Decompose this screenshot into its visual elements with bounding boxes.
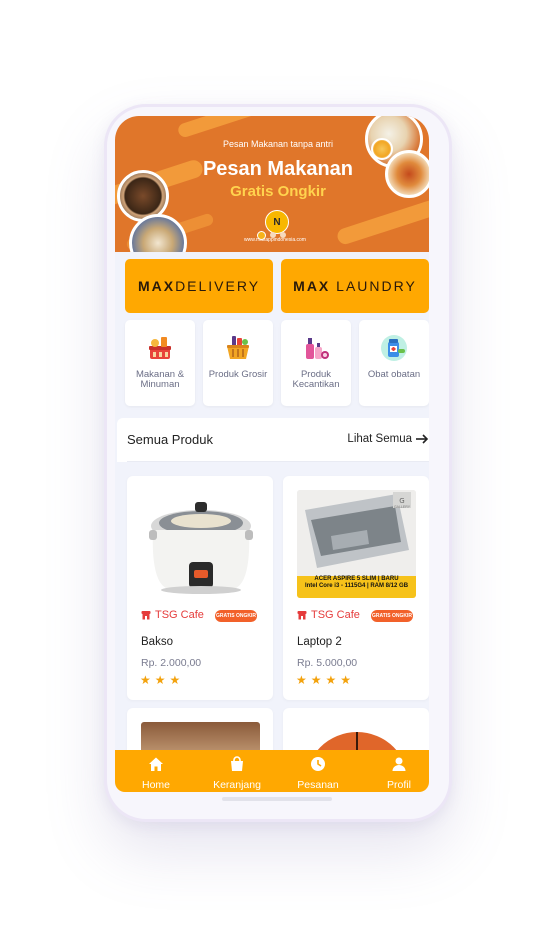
product-name: Laptop 2 [297,636,342,648]
all-products-header: Semua Produk Lihat Semua [117,418,429,462]
product-card[interactable]: G ACER ASPIRE 5 SLIM | BARU Intel Core i… [283,476,429,700]
shop-label: TSG Cafe [311,609,360,621]
free-shipping-badge: GRATIS ONGKIR [215,610,257,622]
product-image: G ACER ASPIRE 5 SLIM | BARU Intel Core i… [297,490,416,598]
free-shipping-badge: GRATIS ONGKIR [371,610,413,622]
rating-stars: ★★★★ [296,673,356,687]
see-all-link[interactable]: Lihat Semua [347,433,429,445]
product-card[interactable]: TSG Cafe GRATIS ONGKIR Bakso Rp. 2.000,0… [127,476,273,700]
category-label: Makanan & Minuman [135,369,185,390]
category-medicine[interactable]: Obat obatan [359,320,429,406]
carousel-dots[interactable] [257,230,286,240]
medicine-icon [381,335,407,361]
product-image [141,490,260,598]
store-icon [297,611,307,620]
max-delivery-button[interactable]: MAX DELIVERY [125,259,273,313]
laptop-caption: ACER ASPIRE 5 SLIM | BARU Intel Core i3 … [297,576,416,590]
service-brand: MAX [137,278,176,294]
service-brand: MAX [293,278,331,294]
product-price: Rp. 5.000,00 [297,657,358,669]
see-all-label: Lihat Semua [347,433,412,445]
home-icon [149,757,163,771]
divider [127,461,429,462]
category-label: Produk Kecantikan [292,369,340,390]
nav-cart[interactable]: Keranjang [207,754,267,791]
food-basket-icon [149,337,171,359]
banner-subtitle: Pesan Makanan tanpa antri [222,139,334,149]
nav-profile[interactable]: Profil [369,754,429,791]
shop-label: TSG Cafe [155,609,204,621]
brand-logo: N [265,210,289,234]
arrow-right-icon [416,434,429,444]
service-label: DELIVERY [175,278,261,294]
clock-icon [311,757,325,771]
carousel-dot-active[interactable] [257,230,266,240]
laptop-caption-line: ACER ASPIRE 5 SLIM | BARU [314,576,399,582]
category-grocery[interactable]: Produk Grosir [203,320,273,406]
promo-banner[interactable]: Pesan Makanan tanpa antri Pesan Makanan … [115,116,429,252]
laptop-caption-line: Intel Core i3 - 1115G4 | RAM 8/12 GB [304,583,409,589]
store-icon [141,611,151,620]
max-laundry-button[interactable]: MAX LAUNDRY [281,259,429,313]
nav-label: Home [141,779,170,791]
banner-title: Pesan Makanan [202,158,354,180]
category-beauty[interactable]: Produk Kecantikan [281,320,351,406]
rating-stars: ★★★ [140,673,185,687]
service-label: LAUNDRY [330,278,417,294]
user-icon [392,757,406,771]
svg-text:G: G [399,497,404,505]
nav-label: Pesanan [297,779,339,791]
home-indicator[interactable] [222,797,332,801]
product-price: Rp. 2.000,00 [141,657,202,669]
food-image [385,150,429,198]
cosmetics-icon [306,338,329,359]
banner-highlight: Gratis Ongkir [230,183,326,200]
carousel-dot[interactable] [280,232,286,238]
carousel-dot[interactable] [270,232,276,238]
grocery-basket-icon [227,336,249,359]
product-name: Bakso [141,636,173,648]
category-label: Produk Grosir [208,369,268,380]
gallery-label: GALLERY [393,505,411,509]
nav-home[interactable]: Home [126,754,186,791]
nav-label: Keranjang [213,779,261,791]
shop-name[interactable]: TSG Cafe [297,609,360,621]
category-food[interactable]: Makanan & Minuman [125,320,195,406]
bottom-navigation: Home Keranjang Pesanan Profil [115,750,429,792]
food-image [371,138,393,160]
section-title: Semua Produk [127,432,213,447]
app-screen: Pesan Makanan tanpa antri Pesan Makanan … [115,116,429,792]
nav-label: Profil [387,779,411,791]
category-label: Obat obatan [367,369,421,380]
shop-name[interactable]: TSG Cafe [141,609,204,621]
bag-icon [231,756,243,771]
rice-cooker-image [149,502,253,594]
nav-orders[interactable]: Pesanan [288,754,348,791]
